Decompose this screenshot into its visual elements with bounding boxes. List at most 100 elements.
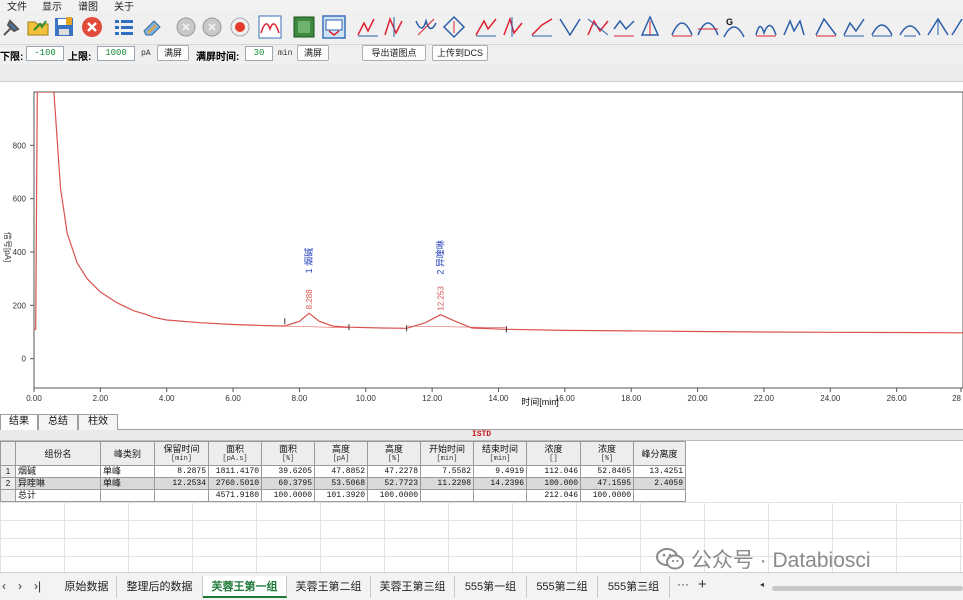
circle-grey-icon[interactable]: [174, 15, 198, 39]
sheet-tab-active[interactable]: 芙蓉王第一组: [203, 576, 287, 598]
column-header[interactable]: 浓度 [%]: [580, 441, 634, 466]
integrate-icon-6[interactable]: [502, 15, 526, 39]
fullscreen-button-2[interactable]: 满屏: [297, 45, 329, 61]
add-sheet-icon[interactable]: +: [698, 576, 707, 593]
table-cell[interactable]: 2760.5010: [208, 477, 262, 490]
fullscreen-time-input[interactable]: 30: [245, 46, 273, 61]
integrate-icon-9[interactable]: [586, 15, 610, 39]
table-cell[interactable]: 4571.9180: [208, 489, 262, 502]
table-cell[interactable]: 总计: [15, 489, 101, 502]
table-cell[interactable]: 9.4919: [473, 465, 527, 478]
table-cell[interactable]: [420, 489, 474, 502]
table-cell[interactable]: 212.046: [526, 489, 581, 502]
table-cell[interactable]: 52.8405: [580, 465, 634, 478]
table-cell[interactable]: 60.3795: [261, 477, 315, 490]
integrate-icon-12[interactable]: [670, 15, 694, 39]
table-cell[interactable]: [473, 489, 527, 502]
circle-grey2-icon[interactable]: [200, 15, 224, 39]
pin-icon[interactable]: [0, 15, 24, 39]
table-cell[interactable]: 13.4251: [633, 465, 686, 478]
table-cell[interactable]: 2.4059: [633, 477, 686, 490]
table-row[interactable]: 1 烟碱 单峰 8.2875 1811.4170 39.6205 47.8852…: [0, 465, 686, 478]
sheet-tab[interactable]: 芙蓉王第三组: [371, 576, 455, 598]
table-cell[interactable]: 53.5068: [314, 477, 368, 490]
integrate-icon-19[interactable]: [898, 15, 922, 39]
lower-limit-input[interactable]: -100: [26, 46, 64, 61]
table-cell[interactable]: 100.000: [526, 477, 581, 490]
sheet-tab[interactable]: 555第三组: [598, 576, 670, 598]
column-header[interactable]: 高度 [pA]: [314, 441, 368, 466]
table-cell[interactable]: [100, 489, 155, 502]
integrate-icon-16[interactable]: [814, 15, 838, 39]
tab-column-efficiency[interactable]: 柱效: [78, 414, 118, 430]
green-box-icon[interactable]: [292, 15, 316, 39]
table-cell[interactable]: 47.1595: [580, 477, 634, 490]
table-cell[interactable]: 单峰: [100, 465, 155, 478]
eraser-icon[interactable]: [140, 15, 164, 39]
table-cell[interactable]: 14.2396: [473, 477, 527, 490]
table-cell[interactable]: 39.6205: [261, 465, 315, 478]
table-row-total[interactable]: 总计 4571.9180 100.0000 101.3920 100.0000 …: [0, 489, 686, 502]
table-cell[interactable]: 112.046: [526, 465, 581, 478]
table-cell[interactable]: 47.8852: [314, 465, 368, 478]
tab-results[interactable]: 结果: [0, 414, 38, 430]
integrate-icon-10[interactable]: [612, 15, 636, 39]
table-cell[interactable]: [633, 489, 686, 502]
table-cell[interactable]: 12.2534: [154, 477, 209, 490]
column-header[interactable]: 组份名: [15, 441, 101, 466]
column-header[interactable]: 面积 [pA.s]: [208, 441, 262, 466]
integrate-icon-20[interactable]: [926, 15, 950, 39]
table-cell[interactable]: 单峰: [100, 477, 155, 490]
table-cell[interactable]: 7.5582: [420, 465, 474, 478]
integrate-icon-14[interactable]: [754, 15, 778, 39]
record-icon[interactable]: [228, 15, 252, 39]
last-sheet-icon[interactable]: ›|: [34, 579, 41, 593]
table-cell[interactable]: 1811.4170: [208, 465, 262, 478]
open-folder-icon[interactable]: [26, 15, 50, 39]
integrate-icon-11[interactable]: [638, 15, 662, 39]
table-cell[interactable]: 101.3920: [314, 489, 368, 502]
table-cell[interactable]: 47.2278: [367, 465, 421, 478]
screen-select-icon[interactable]: [322, 15, 346, 39]
first-sheet-icon[interactable]: ‹: [2, 579, 6, 593]
upper-limit-input[interactable]: 1000: [97, 46, 135, 61]
table-cell[interactable]: 100.0000: [580, 489, 634, 502]
integrate-icon-13[interactable]: [696, 15, 720, 39]
sheet-tab[interactable]: 整理后的数据: [117, 576, 203, 598]
integrate-icon-21[interactable]: [950, 15, 963, 39]
sheet-tab[interactable]: 555第一组: [455, 576, 527, 598]
table-cell[interactable]: 100.0000: [367, 489, 421, 502]
table-cell[interactable]: 异喹啉: [15, 477, 101, 490]
table-cell[interactable]: 8.2875: [154, 465, 209, 478]
save-icon[interactable]: [52, 15, 76, 39]
sheet-tab[interactable]: 原始数据: [57, 576, 117, 598]
tab-summary[interactable]: 总结: [38, 414, 78, 430]
export-points-button[interactable]: 导出谱图点: [362, 45, 426, 61]
column-header[interactable]: 保留时间 [min]: [154, 441, 209, 466]
table-cell[interactable]: 11.2298: [420, 477, 474, 490]
upload-dcs-button[interactable]: 上传到DCS: [432, 45, 488, 61]
integrate-icon-15[interactable]: [782, 15, 806, 39]
sheet-tab[interactable]: 555第二组: [527, 576, 598, 598]
table-row[interactable]: 2 异喹啉 单峰 12.2534 2760.5010 60.3795 53.50…: [0, 477, 686, 490]
horizontal-scrollbar[interactable]: [772, 586, 963, 591]
peak-shape-icon[interactable]: [258, 15, 282, 39]
column-header[interactable]: 峰分离度: [633, 441, 686, 466]
scroll-left-icon[interactable]: ◂: [760, 580, 764, 589]
table-cell[interactable]: [154, 489, 209, 502]
chart-svg[interactable]: 0 200 400 600 800 0.00 2.00 4.00 6.00 8.00 10.00 12…: [0, 82, 963, 410]
integrate-icon-7[interactable]: [530, 15, 554, 39]
integrate-icon-3[interactable]: [414, 15, 438, 39]
column-header[interactable]: 峰类别: [100, 441, 155, 466]
table-cell[interactable]: 烟碱: [15, 465, 101, 478]
more-sheets-icon[interactable]: ···: [677, 577, 689, 591]
column-header[interactable]: 开始时间 [min]: [420, 441, 474, 466]
ga-icon[interactable]: G: [722, 15, 746, 39]
integrate-icon-1[interactable]: [356, 15, 380, 39]
fullscreen-button-1[interactable]: 满屏: [157, 45, 189, 61]
integrate-icon-4[interactable]: [442, 15, 466, 39]
integrate-icon-8[interactable]: [558, 15, 582, 39]
integrate-icon-5[interactable]: [474, 15, 498, 39]
table-cell[interactable]: 100.0000: [261, 489, 315, 502]
integrate-icon-2[interactable]: [382, 15, 406, 39]
